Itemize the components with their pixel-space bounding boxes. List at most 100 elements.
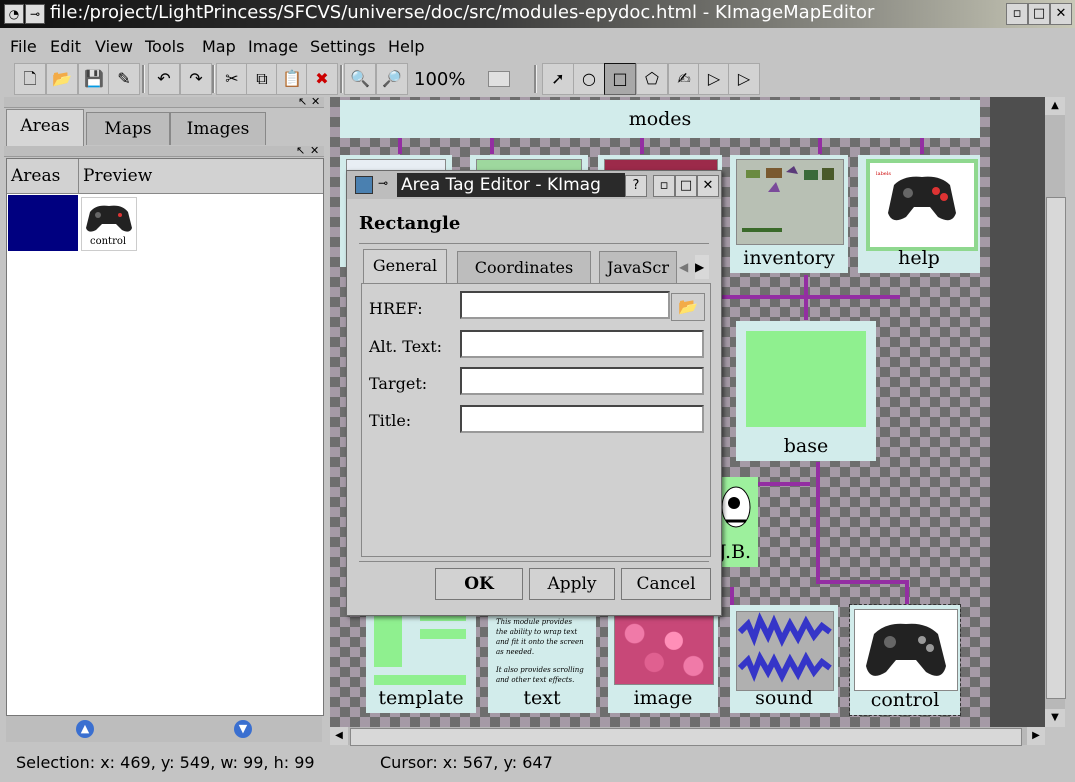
scroll-down-icon[interactable]: ▼: [1045, 709, 1065, 727]
menu-view[interactable]: View: [95, 37, 133, 56]
scroll-left-icon[interactable]: ◀: [330, 727, 348, 745]
open-folder-icon[interactable]: 📂: [46, 63, 78, 95]
status-bar: Selection: x: 469, y: 549, w: 99, h: 99 …: [0, 748, 1075, 782]
app-menu-icon[interactable]: ◔: [4, 4, 24, 24]
toolbar-separator: [534, 65, 537, 93]
apply-button[interactable]: Apply: [529, 568, 615, 600]
add-point-icon[interactable]: ▷: [698, 63, 730, 95]
column-preview[interactable]: Preview: [83, 166, 152, 186]
horizontal-scrollbar[interactable]: ◀ ▶: [330, 727, 1045, 746]
node-text[interactable]: This module provides the ability to wrap…: [488, 609, 596, 713]
menu-tools[interactable]: Tools: [145, 37, 184, 56]
delete-icon[interactable]: ✖: [306, 63, 338, 95]
node-image[interactable]: image: [608, 605, 718, 713]
dialog-app-icon[interactable]: [355, 176, 373, 194]
column-areas[interactable]: Areas: [11, 166, 60, 186]
copy-icon[interactable]: ⧉: [246, 63, 278, 95]
cancel-button[interactable]: Cancel: [621, 568, 711, 600]
svg-text:labels: labels: [876, 171, 891, 177]
zoom-slider-handle[interactable]: [488, 71, 510, 87]
title-label: Title:: [369, 411, 412, 430]
tab-maps[interactable]: Maps: [86, 112, 170, 145]
tab-images[interactable]: Images: [170, 112, 266, 145]
scroll-thumb[interactable]: [1046, 197, 1066, 699]
flowers-thumbnail: [614, 611, 714, 685]
title-input[interactable]: [460, 405, 704, 433]
dock-close-icon[interactable]: ✕: [311, 95, 320, 108]
areas-list: Areas Preview control: [6, 158, 324, 716]
browse-folder-icon[interactable]: 📂: [671, 293, 705, 321]
alt-text-input[interactable]: [460, 330, 704, 358]
undock-icon[interactable]: ↖: [296, 144, 305, 157]
node-inventory[interactable]: inventory: [730, 155, 848, 273]
pin-icon[interactable]: ⊸: [25, 4, 45, 24]
tab-scroll-right-icon[interactable]: ▶: [695, 255, 709, 279]
list-item[interactable]: control: [7, 195, 323, 251]
tab-areas[interactable]: Areas: [6, 109, 84, 146]
maximize-button[interactable]: □: [675, 175, 697, 197]
close-button[interactable]: ✕: [697, 175, 719, 197]
undo-icon[interactable]: ↶: [148, 63, 180, 95]
node-sound[interactable]: sound: [730, 605, 838, 713]
node-base[interactable]: base: [736, 321, 876, 461]
close-button[interactable]: ✕: [1050, 3, 1072, 25]
window-titlebar: ◔ ⊸ file:/project/LightPrincess/SFCVS/un…: [0, 0, 1075, 28]
tab-scroll-left-icon[interactable]: ◀: [679, 255, 693, 279]
area-preview: control: [81, 197, 137, 251]
arrow-select-icon[interactable]: ➚: [542, 63, 574, 95]
scroll-up-icon[interactable]: ▲: [1045, 97, 1065, 115]
menu-file[interactable]: File: [10, 37, 37, 56]
undock-icon[interactable]: ↖: [298, 95, 307, 108]
menu-image[interactable]: Image: [248, 37, 298, 56]
circle-tool-icon[interactable]: ○: [573, 63, 605, 95]
help-button[interactable]: ?: [625, 175, 647, 197]
polygon-tool-icon[interactable]: ⬠: [636, 63, 668, 95]
move-down-icon[interactable]: ▼: [234, 720, 252, 738]
list-header: Areas Preview: [7, 159, 323, 194]
zoom-out-icon[interactable]: 🔎: [376, 63, 408, 95]
remove-point-icon[interactable]: ▷: [728, 63, 760, 95]
freehand-tool-icon[interactable]: ✍: [668, 63, 700, 95]
tab-javascript[interactable]: JavaScr: [599, 251, 677, 284]
tab-coordinates[interactable]: Coordinates: [457, 251, 591, 284]
ok-button[interactable]: OK: [435, 568, 523, 600]
gamepad-icon: labels: [876, 171, 956, 221]
scroll-right-icon[interactable]: ▶: [1027, 727, 1045, 745]
move-up-icon[interactable]: ▲: [76, 720, 94, 738]
jb-figure-icon: [721, 486, 751, 528]
main-toolbar: 🗋 📂 💾 ✎ ↶ ↷ ✂ ⧉ 📋 ✖ 🔍 🔎 100% ➚ ○ □ ⬠ ✍ ▷…: [0, 61, 1075, 97]
save-as-icon[interactable]: ✎: [108, 63, 140, 95]
menu-edit[interactable]: Edit: [50, 37, 81, 56]
target-input[interactable]: [460, 367, 704, 395]
dock-close-icon[interactable]: ✕: [310, 144, 319, 157]
preview-label: control: [90, 236, 127, 247]
minimize-button[interactable]: ▫: [653, 175, 675, 197]
new-file-icon[interactable]: 🗋: [14, 63, 46, 95]
rectangle-tool-icon[interactable]: □: [604, 63, 636, 95]
pin-icon[interactable]: ⊸: [375, 176, 391, 192]
redo-icon[interactable]: ↷: [180, 63, 212, 95]
menu-help[interactable]: Help: [388, 37, 424, 56]
area-tag-editor-dialog: ⊸ Area Tag Editor - KImag ? ▫ □ ✕ Rectan…: [346, 170, 722, 616]
node-template[interactable]: template: [366, 609, 476, 713]
tab-general[interactable]: General: [363, 249, 447, 285]
canvas-background: [990, 97, 1045, 727]
href-input[interactable]: [460, 291, 670, 319]
menu-map[interactable]: Map: [202, 37, 236, 56]
node-modes[interactable]: modes: [340, 100, 980, 138]
text-module-description: This module provides the ability to wrap…: [496, 618, 584, 684]
maximize-button[interactable]: □: [1028, 3, 1050, 25]
node-help[interactable]: labels help: [858, 155, 980, 273]
node-control[interactable]: control: [849, 604, 961, 716]
save-icon[interactable]: 💾: [78, 63, 110, 95]
menu-settings[interactable]: Settings: [310, 37, 376, 56]
paste-icon[interactable]: 📋: [276, 63, 308, 95]
zoom-level[interactable]: 100%: [414, 69, 465, 90]
toolbar-separator: [142, 65, 145, 93]
minimize-button[interactable]: ▫: [1006, 3, 1028, 25]
cut-icon[interactable]: ✂: [216, 63, 248, 95]
vertical-scrollbar[interactable]: ▲ ▼: [1045, 97, 1066, 727]
alt-text-label: Alt. Text:: [369, 337, 443, 356]
zoom-in-icon[interactable]: 🔍: [344, 63, 376, 95]
scroll-thumb[interactable]: [350, 728, 1022, 746]
